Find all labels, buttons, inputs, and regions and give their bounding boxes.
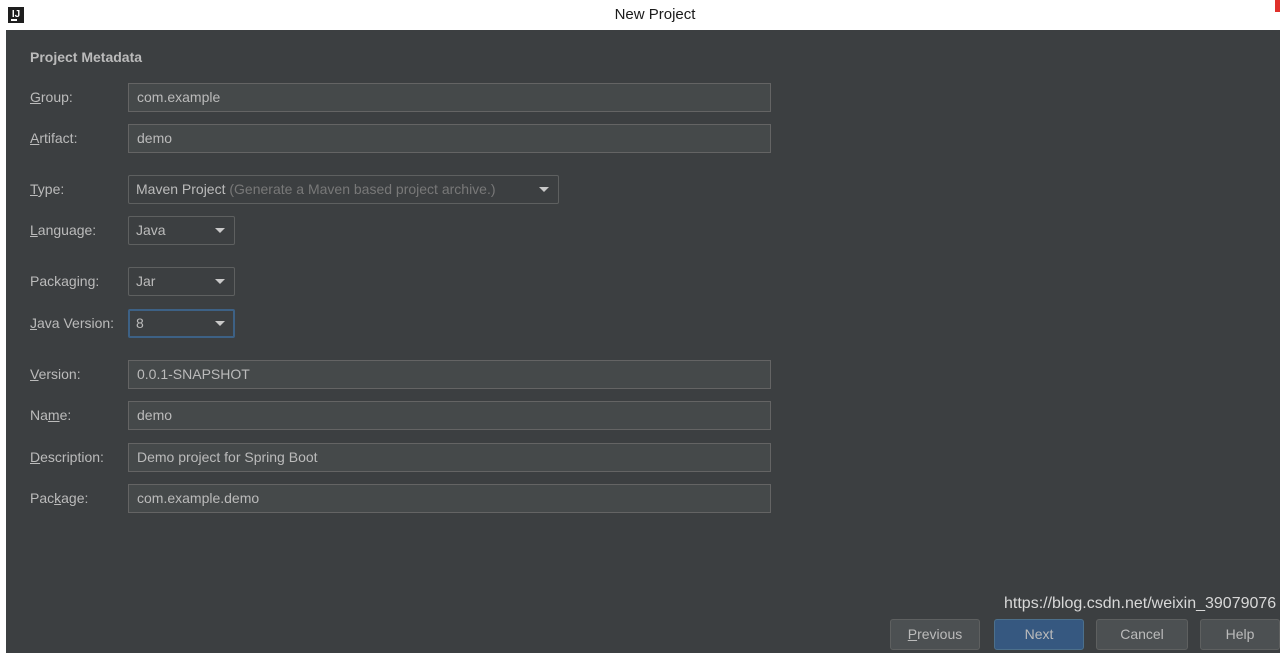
- section-title: Project Metadata: [30, 49, 143, 65]
- packaging-select[interactable]: Jar: [128, 267, 235, 296]
- type-select-value: Maven Project: [136, 181, 226, 197]
- package-label: Package:: [30, 490, 89, 506]
- type-select[interactable]: Maven Project (Generate a Maven based pr…: [128, 175, 559, 204]
- cancel-button[interactable]: Cancel: [1096, 619, 1188, 650]
- java-version-select[interactable]: 8: [128, 309, 235, 338]
- version-field[interactable]: 0.0.1-SNAPSHOT: [128, 360, 771, 389]
- chevron-down-icon: [215, 321, 225, 326]
- name-field[interactable]: demo: [128, 401, 771, 430]
- description-label: Description:: [30, 449, 104, 465]
- java-version-label: Java Version:: [30, 315, 115, 331]
- type-select-hint: (Generate a Maven based project archive.…: [229, 181, 496, 197]
- description-field[interactable]: Demo project for Spring Boot: [128, 443, 771, 472]
- close-button-edge[interactable]: [1275, 0, 1280, 12]
- java-version-select-value: 8: [136, 315, 144, 331]
- new-project-dialog: Project Metadata Group: com.example Arti…: [6, 30, 1280, 653]
- chevron-down-icon: [215, 228, 225, 233]
- artifact-field[interactable]: demo: [128, 124, 771, 153]
- chevron-down-icon: [539, 187, 549, 192]
- type-label: Type:: [30, 181, 65, 197]
- title-bar: IJ New Project: [0, 0, 1280, 30]
- package-field[interactable]: com.example.demo: [128, 484, 771, 513]
- group-label: Group:: [30, 89, 73, 105]
- watermark-text: https://blog.csdn.net/weixin_39079076: [1004, 595, 1277, 612]
- packaging-select-value: Jar: [136, 273, 156, 289]
- window-title: New Project: [614, 6, 696, 23]
- chevron-down-icon: [215, 279, 225, 284]
- packaging-label: Packaging:: [30, 273, 100, 289]
- language-select-value: Java: [136, 222, 166, 238]
- previous-button[interactable]: Previous: [890, 619, 980, 650]
- language-label: Language:: [30, 222, 97, 238]
- name-label: Name:: [30, 407, 72, 423]
- artifact-label: Artifact:: [30, 130, 78, 146]
- help-button[interactable]: Help: [1200, 619, 1280, 650]
- group-field[interactable]: com.example: [128, 83, 771, 112]
- version-label: Version:: [30, 366, 81, 382]
- next-button[interactable]: Next: [994, 619, 1084, 650]
- language-select[interactable]: Java: [128, 216, 235, 245]
